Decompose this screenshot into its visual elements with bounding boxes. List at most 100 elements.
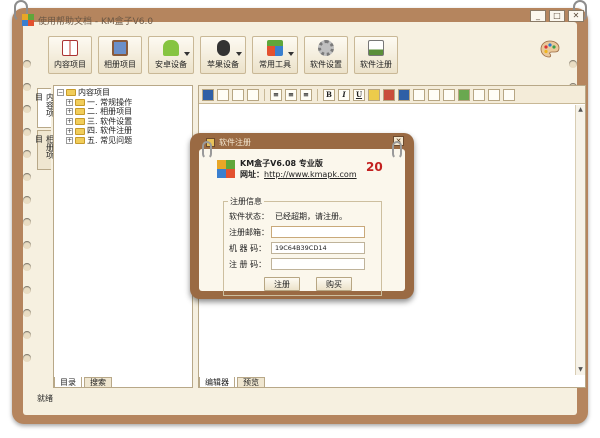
register-icon	[368, 40, 384, 56]
spellcheck-icon[interactable]	[247, 88, 259, 101]
tools-icon	[267, 40, 283, 56]
more-tools-icon[interactable]	[503, 88, 515, 101]
toolbar-button-tools[interactable]: 常用工具	[252, 36, 298, 74]
align-center-icon[interactable]: ≡	[285, 88, 297, 101]
save-icon[interactable]	[202, 88, 214, 101]
expand-icon[interactable]: +	[66, 98, 73, 106]
tree-item[interactable]: + 二. 相册项目	[57, 107, 132, 117]
image-icon[interactable]	[217, 88, 229, 101]
outdent-icon[interactable]	[473, 88, 485, 101]
status-bar: 就绪	[23, 391, 577, 405]
expand-icon[interactable]: +	[66, 137, 73, 145]
tree-item-label: 三. 软件设置	[87, 116, 133, 126]
email-label: 注册邮箱：	[229, 227, 269, 237]
insert-link-icon[interactable]	[428, 88, 440, 101]
website-link[interactable]: http://www.kmapk.com	[264, 170, 357, 179]
expand-icon[interactable]: +	[66, 127, 73, 135]
vertical-tabs: 内容项目 相册项目	[35, 88, 55, 172]
align-left-icon[interactable]: ≡	[270, 88, 282, 101]
toolbar-button-register[interactable]: 软件注册	[354, 36, 398, 74]
toolbar-button-apple[interactable]: 苹果设备	[200, 36, 246, 74]
chevron-down-icon	[184, 52, 190, 56]
vtab-album-project[interactable]: 相册项目	[35, 130, 55, 170]
tree-root[interactable]: − 内容项目	[57, 88, 132, 98]
folder-icon	[75, 98, 85, 106]
underline-icon[interactable]: U	[353, 88, 365, 101]
register-info-group: 注册信息 软件状态： 已经超期，请注册。 注册邮箱： 机 器 码： 19C64B…	[223, 196, 382, 296]
minimize-button[interactable]: _	[530, 10, 546, 22]
indent-icon[interactable]	[458, 88, 470, 101]
book-icon	[62, 40, 78, 56]
close-button[interactable]: ✕	[568, 10, 584, 22]
email-field[interactable]	[271, 226, 365, 238]
dialog-title-bar: 软件注册	[206, 136, 251, 148]
bold-icon[interactable]: B	[323, 88, 335, 101]
palette-icon[interactable]	[540, 40, 560, 58]
editor-scrollbar[interactable]: ▲ ▼	[575, 105, 585, 375]
italic-icon[interactable]: I	[338, 88, 350, 101]
status-label: 软件状态：	[229, 212, 269, 221]
align-right-icon[interactable]: ≡	[300, 88, 312, 101]
content-tree: − 内容项目 + 一. 常规操作 + 二. 相册项目 + 三. 软件设置 + 四…	[57, 88, 132, 146]
website-label: 网址：	[240, 170, 264, 179]
window-controls: _ □ ✕	[530, 10, 584, 22]
app-logo-icon	[22, 14, 34, 26]
register-button[interactable]: 注册	[264, 277, 300, 291]
toolbar-label: 软件设置	[310, 60, 342, 69]
tab-search[interactable]: 搜索	[84, 377, 112, 388]
tree-item[interactable]: + 三. 软件设置	[57, 117, 132, 127]
insert-media-icon[interactable]	[443, 88, 455, 101]
folder-icon	[66, 89, 76, 97]
buy-button[interactable]: 购买	[316, 277, 352, 291]
toolbar-button-content[interactable]: 内容项目	[48, 36, 92, 74]
expand-icon[interactable]: +	[66, 118, 73, 126]
register-code-field[interactable]	[271, 258, 365, 270]
product-logo-icon	[217, 160, 235, 178]
toolbar-button-settings[interactable]: 软件设置	[304, 36, 348, 74]
tree-item[interactable]: + 五. 常见问题	[57, 136, 132, 146]
toolbar-button-album[interactable]: 相册项目	[98, 36, 142, 74]
register-dialog: 软件注册 ✕ KM盒子V6.08 专业版 网址：http://www.kmapk…	[190, 133, 414, 299]
scroll-up-icon[interactable]: ▲	[577, 106, 584, 114]
expand-icon[interactable]: +	[66, 108, 73, 116]
main-toolbar: 内容项目 相册项目 安卓设备 苹果设备 常用工具 软件设置 软件注册	[26, 36, 574, 82]
editor-toolbar: ≡ ≡ ≡ B I U	[199, 86, 585, 104]
insert-table-icon[interactable]	[413, 88, 425, 101]
code-row: 注 册 码：	[229, 258, 365, 270]
group-title: 注册信息	[228, 196, 264, 207]
tab-preview[interactable]: 预览	[237, 377, 265, 388]
tree-item[interactable]: + 一. 常规操作	[57, 98, 132, 108]
maximize-button[interactable]: □	[549, 10, 565, 22]
window-title: 使用帮助文档 - KM盒子V6.0	[38, 16, 154, 27]
status-row: 软件状态： 已经超期，请注册。	[229, 211, 347, 222]
scroll-down-icon[interactable]: ▼	[577, 366, 584, 374]
toolbar-label: 内容项目	[54, 60, 86, 69]
folder-icon	[75, 127, 85, 135]
dialog-ring-left	[202, 141, 212, 159]
folder-icon	[75, 118, 85, 126]
chevron-down-icon	[236, 52, 242, 56]
machine-row: 机 器 码： 19C64B39CD14	[229, 242, 365, 254]
toolbar-label: 安卓设备	[155, 60, 187, 69]
tab-directory[interactable]: 目录	[54, 377, 82, 388]
toolbar-label: 苹果设备	[207, 60, 239, 69]
insert-image-icon[interactable]	[398, 88, 410, 101]
toolbar-button-android[interactable]: 安卓设备	[148, 36, 194, 74]
vtab-content-project[interactable]: 内容项目	[35, 88, 55, 128]
dialog-body: KM盒子V6.08 专业版 网址：http://www.kmapk.com 20…	[199, 141, 405, 296]
machine-code-field[interactable]: 19C64B39CD14	[271, 242, 365, 254]
tab-editor[interactable]: 编辑器	[199, 377, 235, 388]
filter-icon[interactable]	[488, 88, 500, 101]
collapse-icon[interactable]: −	[57, 89, 64, 97]
find-icon[interactable]	[232, 88, 244, 101]
email-row: 注册邮箱：	[229, 226, 365, 238]
tree-item-label: 二. 相册项目	[87, 107, 133, 117]
tree-item[interactable]: + 四. 软件注册	[57, 126, 132, 136]
tree-item-label: 四. 软件注册	[87, 126, 133, 136]
tree-item-label: 一. 常规操作	[87, 97, 133, 107]
font-color-icon[interactable]	[383, 88, 395, 101]
toolbar-label: 相册项目	[104, 60, 136, 69]
folder-icon	[75, 137, 85, 145]
tree-item-label: 五. 常见问题	[87, 136, 133, 146]
highlight-icon[interactable]	[368, 88, 380, 101]
